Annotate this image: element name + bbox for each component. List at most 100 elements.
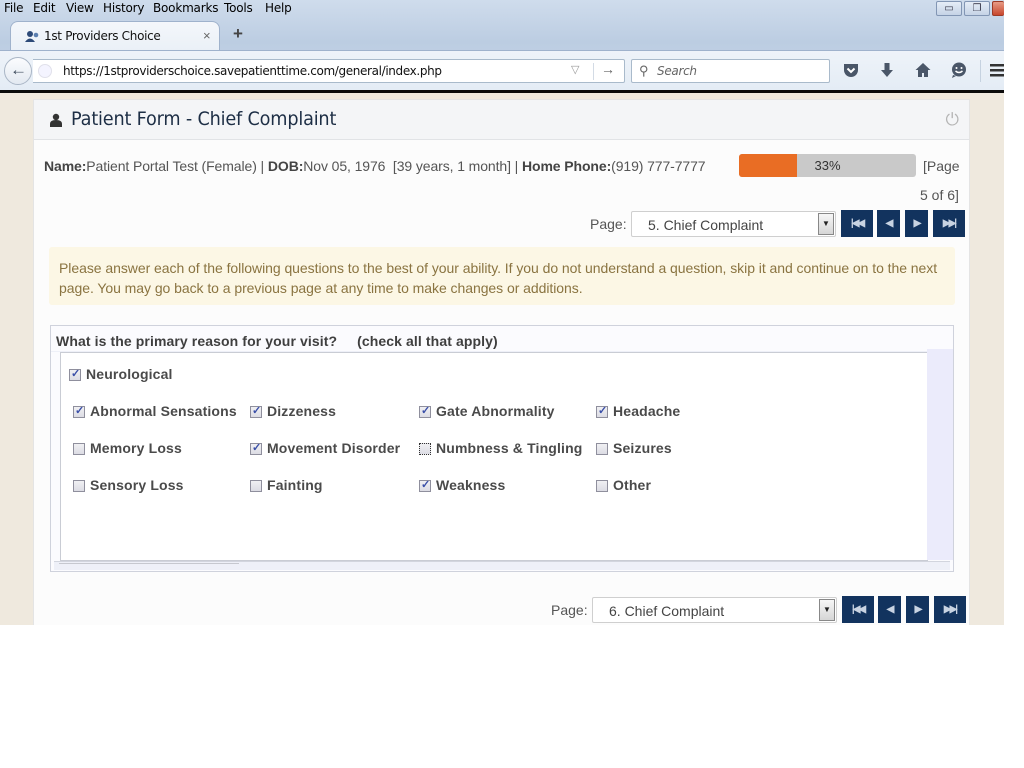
new-tab-button[interactable]: +: [233, 24, 243, 44]
page-title: Patient Form - Chief Complaint: [71, 108, 337, 130]
instructions-text: Please answer each of the following ques…: [59, 260, 938, 296]
tab-strip: 1st Providers Choice × +: [0, 19, 1004, 51]
screen: File Edit View History Bookmarks Tools H…: [0, 0, 1024, 768]
checkbox-label: Movement Disorder: [267, 440, 401, 456]
question-primary-reason: What is the primary reason for your visi…: [50, 325, 954, 572]
hello-chat-icon[interactable]: [950, 61, 968, 79]
previous-page-button[interactable]: ◀: [878, 596, 901, 623]
checkbox-label: Dizzeness: [267, 403, 337, 419]
url-separator: [593, 63, 594, 80]
search-placeholder: Search: [657, 64, 697, 78]
dropdown-arrow-icon[interactable]: ▼: [818, 213, 834, 235]
page-viewport: Patient Form - Chief Complaint ⏻ Name:Pa…: [0, 93, 1004, 625]
pocket-icon[interactable]: [842, 61, 860, 79]
checkbox[interactable]: [596, 404, 608, 418]
navigation-toolbar: ← https://1stproviderschoice.savepatient…: [0, 50, 1004, 90]
logout-power-icon[interactable]: ⏻: [946, 110, 959, 130]
close-window-button[interactable]: [992, 1, 1004, 16]
checkbox[interactable]: [250, 404, 262, 418]
menu-view[interactable]: View: [66, 1, 94, 15]
url-text[interactable]: https://1stproviderschoice.savepatientti…: [63, 64, 442, 78]
dob-label: DOB:: [267, 158, 304, 174]
menu-tools[interactable]: Tools: [224, 1, 253, 15]
page-count-continued: 5 of 6]: [920, 187, 959, 203]
minimize-button[interactable]: ▭: [936, 1, 962, 16]
answers-vertical-scrollbar[interactable]: [927, 349, 953, 560]
checkbox[interactable]: [419, 443, 431, 455]
tab-close-icon[interactable]: ×: [203, 28, 211, 43]
menu-history[interactable]: History: [103, 1, 144, 15]
checkbox-label: Other: [613, 477, 652, 493]
restore-button[interactable]: ❐: [964, 1, 990, 16]
separator: |: [256, 158, 268, 174]
checkbox[interactable]: [73, 480, 85, 492]
first-page-icon: |◀◀: [850, 218, 865, 229]
last-page-button[interactable]: ▶▶|: [933, 210, 965, 237]
checkbox[interactable]: [596, 443, 608, 455]
first-page-button[interactable]: |◀◀: [842, 596, 874, 623]
answers-horizontal-scrollbar[interactable]: [54, 561, 950, 570]
url-dropdown-icon[interactable]: ▽: [571, 63, 579, 76]
checkbox-label: Fainting: [267, 477, 323, 493]
patient-info: Name:Patient Portal Test (Female) | DOB:…: [44, 158, 706, 174]
dropdown-arrow-icon[interactable]: ▼: [819, 599, 835, 621]
patient-form-panel: Patient Form - Chief Complaint ⏻ Name:Pa…: [33, 99, 970, 625]
search-input[interactable]: ⚲ Search: [631, 59, 830, 83]
checkbox[interactable]: [69, 367, 81, 381]
user-icon: [50, 113, 62, 127]
checkbox[interactable]: [73, 443, 85, 455]
back-button[interactable]: ←: [4, 57, 32, 85]
next-page-icon: ▶: [913, 218, 922, 229]
minimize-icon: ▭: [944, 2, 954, 14]
hamburger-menu-icon[interactable]: [990, 61, 1004, 79]
scrollbar-thumb[interactable]: [59, 562, 239, 564]
pager-top: Page: 5. Chief Complaint ▼ |◀◀ ◀ ▶ ▶▶|: [590, 210, 965, 237]
last-page-icon: ▶▶|: [943, 604, 958, 615]
back-arrow-icon: ←: [10, 60, 27, 79]
checkbox[interactable]: [250, 480, 262, 492]
home-icon[interactable]: [914, 61, 932, 79]
checkbox-label: Headache: [613, 403, 681, 419]
menu-help[interactable]: Help: [265, 1, 292, 15]
checkbox[interactable]: [596, 480, 608, 492]
restore-icon: ❐: [972, 2, 982, 14]
page-select-bottom[interactable]: 6. Chief Complaint ▼: [592, 597, 837, 623]
panel-header: Patient Form - Chief Complaint ⏻: [34, 100, 969, 140]
tab-1st-providers-choice[interactable]: 1st Providers Choice ×: [10, 21, 220, 51]
next-page-button[interactable]: ▶: [906, 596, 929, 623]
first-page-icon: |◀◀: [851, 604, 866, 615]
checkbox-label: Weakness: [436, 477, 506, 493]
question-title: What is the primary reason for your visi…: [56, 333, 498, 349]
page-select[interactable]: 5. Chief Complaint ▼: [631, 211, 836, 237]
favicon-icon: [25, 31, 39, 42]
pager-label: Page:: [590, 216, 627, 232]
last-page-button[interactable]: ▶▶|: [934, 596, 966, 623]
window-controls: ▭ ❐: [936, 1, 1004, 17]
separator: |: [510, 158, 522, 174]
checkbox[interactable]: [419, 404, 431, 418]
menu-bookmarks[interactable]: Bookmarks: [153, 1, 218, 15]
page-select-value: 6. Chief Complaint: [609, 603, 725, 619]
checkbox[interactable]: [250, 441, 262, 455]
menu-file[interactable]: File: [4, 1, 23, 15]
download-icon[interactable]: [878, 61, 896, 79]
pager-label: Page:: [551, 602, 588, 618]
previous-page-button[interactable]: ◀: [877, 210, 900, 237]
patient-phone: (919) 777-7777: [611, 158, 706, 174]
answers-frame: Neurological Abnormal Sensations Dizzenes…: [60, 352, 928, 561]
form-progress-bar: 33%: [739, 154, 916, 177]
menu-edit[interactable]: Edit: [33, 1, 56, 15]
checkbox-label: Neurological: [86, 366, 173, 382]
go-arrow-icon[interactable]: →: [601, 61, 615, 77]
next-page-icon: ▶: [914, 604, 923, 615]
next-page-button[interactable]: ▶: [905, 210, 928, 237]
checkbox[interactable]: [419, 478, 431, 492]
checkbox[interactable]: [73, 404, 85, 418]
site-identity-icon[interactable]: [38, 64, 52, 78]
checkbox-label: Abnormal Sensations: [90, 403, 237, 419]
browser-chrome: File Edit View History Bookmarks Tools H…: [0, 0, 1004, 93]
search-icon: ⚲: [639, 63, 649, 78]
url-bar[interactable]: https://1stproviderschoice.savepatientti…: [33, 59, 625, 83]
first-page-button[interactable]: |◀◀: [841, 210, 873, 237]
toolbar-separator: [980, 60, 981, 82]
